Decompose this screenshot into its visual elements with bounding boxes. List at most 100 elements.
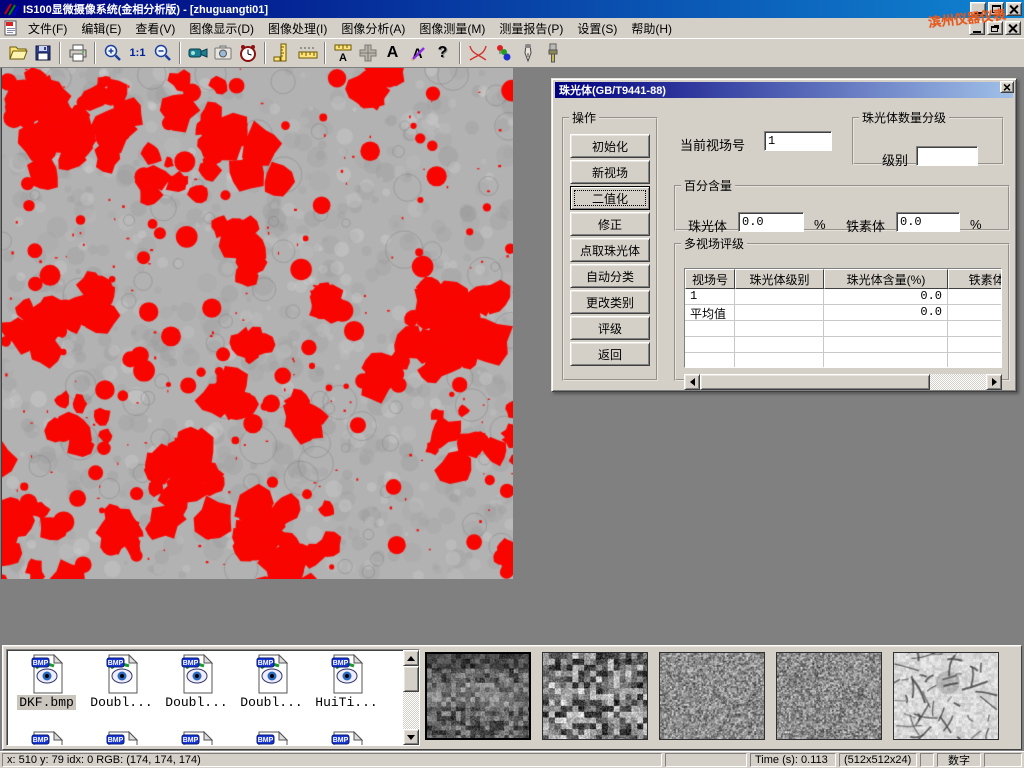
metallograph-image[interactable] bbox=[1, 68, 513, 579]
menu-image-analysis[interactable]: 图像分析(A) bbox=[334, 18, 412, 39]
scrollbar-thumb[interactable] bbox=[403, 666, 419, 692]
file-item[interactable]: BMP bbox=[159, 731, 234, 746]
help-button[interactable]: ? bbox=[430, 41, 455, 66]
dialog-title-bar[interactable]: 珠光体(GB/T9441-88) bbox=[555, 82, 1013, 98]
save-button[interactable] bbox=[30, 41, 55, 66]
correct-button[interactable]: 修正 bbox=[570, 212, 650, 236]
new-field-button[interactable]: 新视场 bbox=[570, 160, 650, 184]
text-annotation-button[interactable]: A bbox=[380, 41, 405, 66]
file-item[interactable]: BMP Doubl... bbox=[159, 654, 234, 710]
toolbar-separator bbox=[324, 42, 326, 64]
scrollbar-track[interactable] bbox=[403, 692, 419, 729]
point-pick-button[interactable] bbox=[515, 41, 540, 66]
brush-tool-button[interactable] bbox=[540, 41, 565, 66]
rate-button[interactable]: 评级 bbox=[570, 316, 650, 340]
pick-pearlite-button[interactable]: 点取珠光体 bbox=[570, 238, 650, 262]
file-item[interactable]: BMP Doubl... bbox=[234, 654, 309, 710]
file-name[interactable]: Doubl... bbox=[238, 695, 304, 710]
cell-view: 1 bbox=[685, 289, 735, 305]
one-to-one-icon: 1:1 bbox=[130, 48, 146, 59]
multi-view-table[interactable]: 视场号 珠光体级别 珠光体含量(%) 铁素体含量(%) 1 0.0 平均值 0.… bbox=[684, 268, 1002, 368]
file-row-partial: BMP BMP BMP BMP BMP bbox=[9, 731, 384, 746]
grid-count-button[interactable] bbox=[355, 41, 380, 66]
file-item[interactable]: BMP bbox=[234, 731, 309, 746]
bmp-file-icon: BMP bbox=[330, 654, 364, 694]
menu-edit[interactable]: 编辑(E) bbox=[74, 18, 128, 39]
file-name[interactable]: HuiTi... bbox=[313, 695, 379, 710]
file-item[interactable]: BMP bbox=[309, 731, 384, 746]
svg-text:BMP: BMP bbox=[32, 660, 48, 667]
menu-image-measure[interactable]: 图像测量(M) bbox=[412, 18, 492, 39]
bmp-file-icon: BMP bbox=[255, 731, 289, 746]
level-input[interactable] bbox=[916, 146, 978, 166]
zoom-out-button[interactable] bbox=[150, 41, 175, 66]
scroll-up-button[interactable] bbox=[403, 650, 419, 666]
scroll-down-button[interactable] bbox=[403, 729, 419, 745]
caliper-measure-button[interactable] bbox=[270, 41, 295, 66]
file-list-scrollbar[interactable] bbox=[403, 650, 419, 745]
bmp-file-icon: BMP bbox=[105, 654, 139, 694]
menu-measure-report[interactable]: 测量报告(P) bbox=[492, 18, 570, 39]
scroll-right-button[interactable] bbox=[986, 374, 1002, 390]
measure-annotate-button[interactable]: A bbox=[330, 41, 355, 66]
thumbnail-3[interactable] bbox=[659, 652, 765, 740]
pearlite-percent-input[interactable] bbox=[738, 212, 804, 232]
menu-settings[interactable]: 设置(S) bbox=[570, 18, 624, 39]
file-name[interactable]: Doubl... bbox=[88, 695, 154, 710]
zoom-in-button[interactable] bbox=[100, 41, 125, 66]
file-name[interactable]: Doubl... bbox=[163, 695, 229, 710]
snapshot-button[interactable] bbox=[210, 41, 235, 66]
scrollbar-track[interactable] bbox=[930, 374, 986, 390]
table-horizontal-scrollbar[interactable] bbox=[684, 374, 1002, 390]
open-file-button[interactable] bbox=[5, 41, 30, 66]
change-class-button[interactable]: 更改类别 bbox=[570, 290, 650, 314]
menu-image-display[interactable]: 图像显示(D) bbox=[182, 18, 261, 39]
edit-annotation-button[interactable]: A bbox=[405, 41, 430, 66]
thumbnail-5[interactable] bbox=[893, 652, 999, 740]
menu-bar: 文件(F) 编辑(E) 查看(V) 图像显示(D) 图像处理(I) 图像分析(A… bbox=[0, 18, 1024, 38]
close-button[interactable] bbox=[1006, 2, 1022, 16]
cell-grade bbox=[735, 305, 824, 321]
auto-classify-button[interactable]: 自动分类 bbox=[570, 264, 650, 288]
file-name[interactable]: DKF.bmp bbox=[17, 695, 76, 710]
cell-pearlite: 0.0 bbox=[824, 305, 948, 321]
percent-group-label: 百分含量 bbox=[681, 177, 735, 194]
return-button[interactable]: 返回 bbox=[570, 342, 650, 366]
file-item[interactable]: BMP DKF.bmp bbox=[9, 654, 84, 710]
col-view-number: 视场号 bbox=[685, 269, 735, 289]
actual-size-button[interactable]: 1:1 bbox=[125, 41, 150, 66]
current-view-input[interactable] bbox=[764, 131, 832, 151]
video-capture-button[interactable] bbox=[185, 41, 210, 66]
thumbnail-2[interactable] bbox=[542, 652, 648, 740]
svg-text:BMP: BMP bbox=[182, 737, 198, 744]
file-item[interactable]: BMP HuiTi... bbox=[309, 654, 384, 710]
menu-view[interactable]: 查看(V) bbox=[128, 18, 182, 39]
menu-help[interactable]: 帮助(H) bbox=[624, 18, 679, 39]
thumbnail-4[interactable] bbox=[776, 652, 882, 740]
ferrite-percent-input[interactable] bbox=[896, 212, 960, 232]
scroll-left-button[interactable] bbox=[684, 374, 700, 390]
pen-nib-icon bbox=[518, 43, 538, 63]
ruler-measure-button[interactable] bbox=[295, 41, 320, 66]
close-icon bbox=[1008, 23, 1018, 33]
dialog-close-button[interactable] bbox=[1000, 81, 1014, 93]
file-item[interactable]: BMP bbox=[84, 731, 159, 746]
binarize-button[interactable]: 二值化 bbox=[570, 186, 650, 210]
multi-view-group-label: 多视场评级 bbox=[681, 235, 747, 252]
file-list[interactable]: BMP DKF.bmp BMP Doubl... bbox=[6, 649, 420, 746]
child-close-button[interactable] bbox=[1005, 21, 1021, 35]
scrollbar-thumb[interactable] bbox=[700, 374, 930, 390]
blank-panel bbox=[920, 753, 934, 767]
initialize-button[interactable]: 初始化 bbox=[570, 134, 650, 158]
file-item[interactable]: BMP Doubl... bbox=[84, 654, 159, 710]
menu-image-processing[interactable]: 图像处理(I) bbox=[261, 18, 334, 39]
file-item[interactable]: BMP bbox=[9, 731, 84, 746]
phase-classify-button[interactable] bbox=[490, 41, 515, 66]
timer-button[interactable] bbox=[235, 41, 260, 66]
print-button[interactable] bbox=[65, 41, 90, 66]
red-curves-icon bbox=[467, 43, 489, 63]
thumbnail-1[interactable] bbox=[425, 652, 531, 740]
curve-tool-button[interactable] bbox=[465, 41, 490, 66]
menu-file[interactable]: 文件(F) bbox=[21, 18, 74, 39]
col-pearlite-content: 珠光体含量(%) bbox=[824, 269, 948, 289]
